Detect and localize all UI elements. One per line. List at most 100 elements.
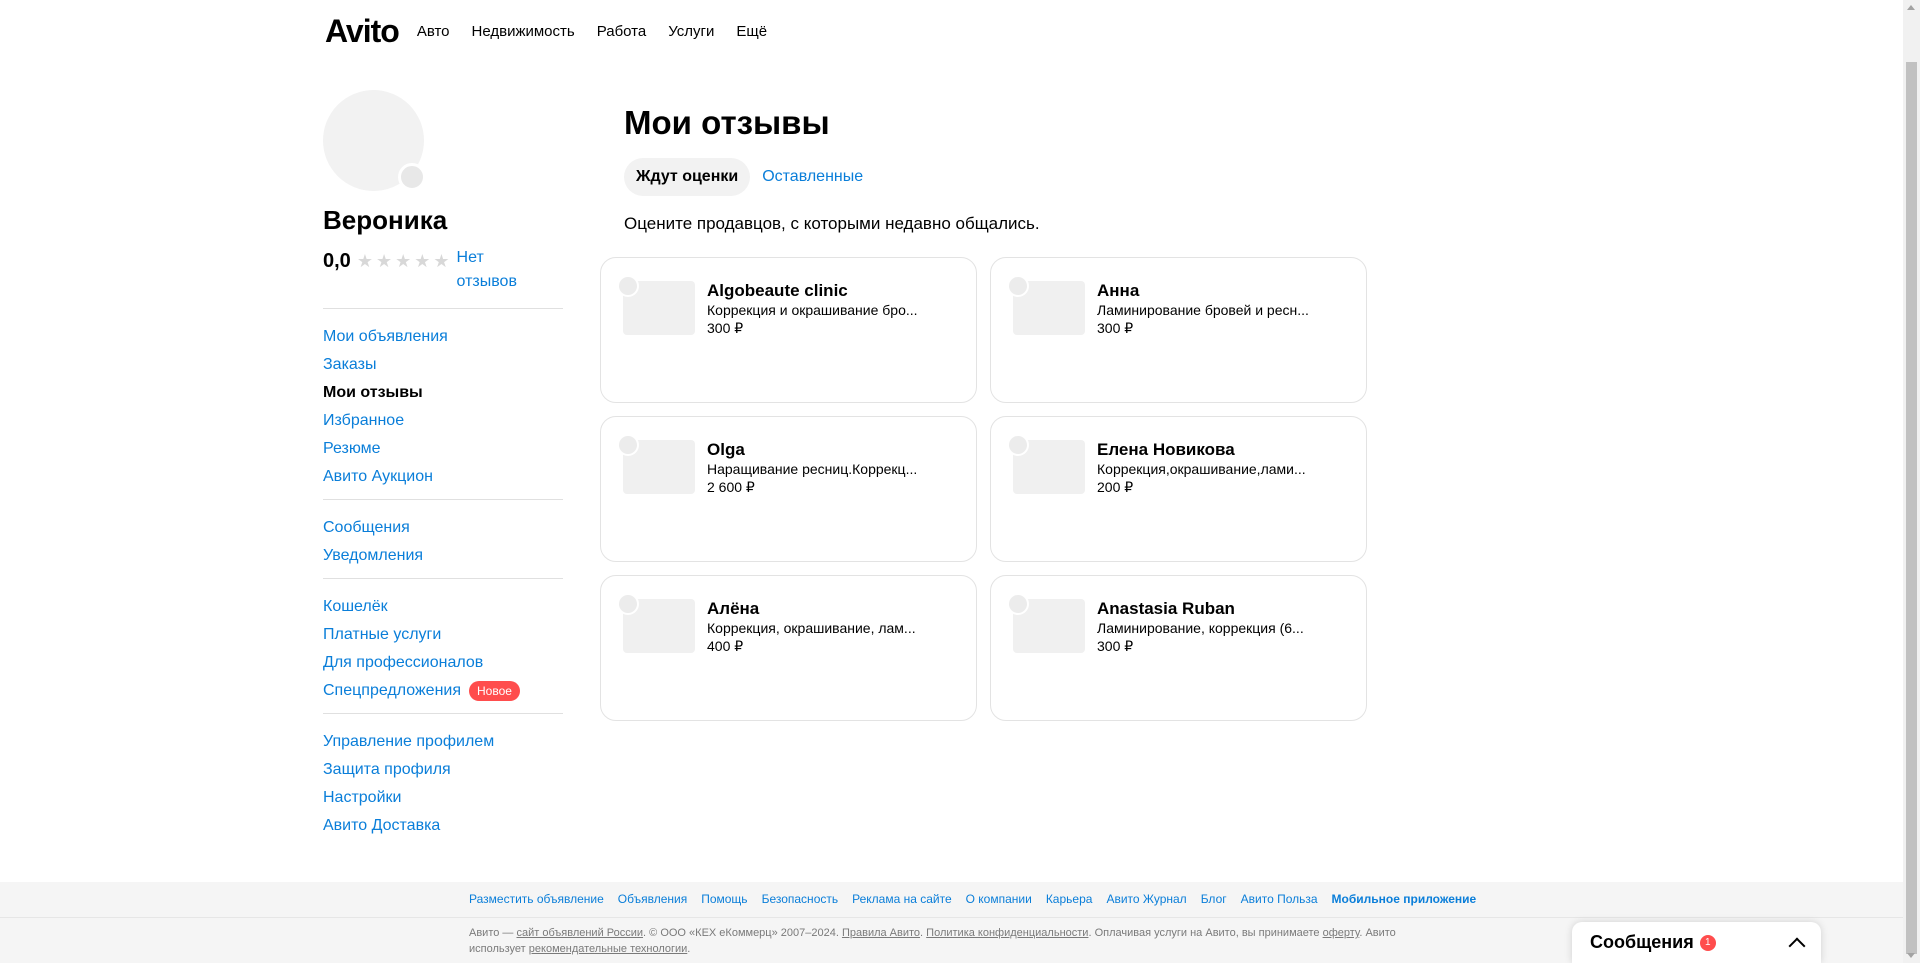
sidebar-item[interactable]: Платные услуги bbox=[323, 621, 563, 649]
seller-avatar bbox=[1007, 275, 1029, 297]
seller-card[interactable]: Olga Наращивание ресниц.Коррекц... 2 600 ₽ bbox=[600, 416, 977, 562]
seller-avatar bbox=[1007, 434, 1029, 456]
nav-item-services[interactable]: Услуги bbox=[668, 23, 714, 40]
seller-name[interactable]: Anastasia Ruban bbox=[1097, 599, 1317, 619]
sidebar-item[interactable]: Кошелёк bbox=[323, 593, 563, 621]
seller-card[interactable]: Algobeaute clinic Коррекция и окрашивание… bbox=[600, 257, 977, 403]
footer-link[interactable]: Мобильное приложение bbox=[1332, 892, 1477, 906]
scroll-up-arrow-icon[interactable] bbox=[1907, 5, 1915, 10]
star-icon: ★ bbox=[433, 251, 450, 271]
footer-link[interactable]: Авито Журнал bbox=[1106, 892, 1186, 906]
footer-copyright: Авито — сайт объявлений России. © ООО «К… bbox=[469, 925, 1429, 957]
page-scrollbar[interactable] bbox=[1903, 0, 1920, 963]
seller-card[interactable]: Анна Ламинирование бровей и ресн... 300 ₽ bbox=[990, 257, 1367, 403]
sidebar-item[interactable]: Уведомления bbox=[323, 542, 563, 570]
copy-link-recommend[interactable]: рекомендательные технологии bbox=[529, 943, 688, 955]
rating-value: 0,0 bbox=[323, 250, 351, 272]
seller-card[interactable]: Алёна Коррекция, окрашивание, лам... 400 ₽ bbox=[600, 575, 977, 721]
copy-link-offer[interactable]: оферту bbox=[1323, 927, 1360, 939]
listing-title[interactable]: Коррекция,окрашивание,лами... bbox=[1097, 460, 1317, 478]
card-info: Елена Новикова Коррекция,окрашивание,лами… bbox=[1097, 440, 1317, 496]
copy-link-privacy[interactable]: Политика конфиденциальности bbox=[926, 927, 1088, 939]
listing-price: 300 ₽ bbox=[1097, 320, 1134, 336]
footer-link[interactable]: О компании bbox=[966, 892, 1032, 906]
footer-link[interactable]: Объявления bbox=[618, 892, 687, 906]
listing-image[interactable] bbox=[1007, 275, 1085, 335]
footer-link[interactable]: Безопасность bbox=[762, 892, 839, 906]
listing-price: 2 600 ₽ bbox=[707, 479, 755, 495]
sidebar-item[interactable]: Для профессионалов bbox=[323, 649, 563, 677]
messages-widget[interactable]: Сообщения 1 bbox=[1572, 922, 1821, 963]
chevron-up-icon[interactable] bbox=[1788, 937, 1806, 954]
listing-image[interactable] bbox=[617, 434, 695, 494]
seller-name[interactable]: Algobeaute clinic bbox=[707, 281, 927, 301]
seller-name[interactable]: Olga bbox=[707, 440, 927, 460]
star-icon: ★ bbox=[395, 251, 412, 271]
sidebar-item[interactable]: Управление профилем bbox=[323, 728, 563, 756]
tab-awaiting-rating[interactable]: Ждут оценки bbox=[624, 158, 751, 196]
seller-name[interactable]: Алёна bbox=[707, 599, 927, 619]
sidebar-item[interactable]: Сообщения bbox=[323, 514, 563, 542]
sidebar-item[interactable]: Защита профиля bbox=[323, 756, 563, 784]
listing-image[interactable] bbox=[1007, 593, 1085, 653]
seller-cards-grid: Algobeaute clinic Коррекция и окрашивание… bbox=[600, 257, 1370, 721]
seller-name[interactable]: Елена Новикова bbox=[1097, 440, 1317, 460]
footer-link[interactable]: Помощь bbox=[701, 892, 747, 906]
seller-avatar bbox=[617, 593, 639, 615]
footer-link[interactable]: Карьера bbox=[1046, 892, 1093, 906]
no-reviews-link[interactable]: Нет отзывов bbox=[457, 246, 537, 294]
sidebar-item-label: Мои объявления bbox=[323, 328, 448, 345]
seller-name[interactable]: Анна bbox=[1097, 281, 1317, 301]
footer-links: Разместить объявление Объявления Помощь Без… bbox=[469, 892, 1490, 906]
listing-title[interactable]: Наращивание ресниц.Коррекц... bbox=[707, 460, 927, 478]
listing-title[interactable]: Коррекция и окрашивание бро... bbox=[707, 301, 927, 319]
sidebar-item[interactable]: Настройки bbox=[323, 784, 563, 812]
footer-link[interactable]: Блог bbox=[1201, 892, 1227, 906]
footer-link[interactable]: Реклама на сайте bbox=[852, 892, 952, 906]
nav-item-realty[interactable]: Недвижимость bbox=[472, 23, 575, 40]
tab-left-reviews[interactable]: Оставленные bbox=[750, 158, 875, 196]
star-icon: ★ bbox=[375, 251, 393, 271]
listing-title[interactable]: Ламинирование бровей и ресн... bbox=[1097, 301, 1317, 319]
avatar-edit-badge[interactable] bbox=[398, 163, 426, 191]
copy-link-rules[interactable]: Правила Авито bbox=[842, 927, 920, 939]
sidebar-item-label: Избранное bbox=[323, 412, 405, 429]
sidebar-item-label: Авито Доставка bbox=[323, 817, 441, 834]
sidebar-item[interactable]: Мои объявления bbox=[323, 323, 563, 351]
sidebar-item[interactable]: Авито Аукцион bbox=[323, 463, 563, 491]
nav-item-auto[interactable]: Авто bbox=[417, 23, 450, 40]
avito-logo[interactable]: Avito bbox=[325, 13, 400, 50]
seller-card[interactable]: Anastasia Ruban Ламинирование, коррекция … bbox=[990, 575, 1367, 721]
sidebar-group: Управление профилем Защита профиля Настрой… bbox=[323, 713, 563, 848]
copy-link-site[interactable]: сайт объявлений России bbox=[516, 927, 643, 939]
scroll-down-arrow-icon[interactable] bbox=[1907, 953, 1915, 958]
listing-price: 300 ₽ bbox=[1097, 638, 1134, 654]
nav-item-jobs[interactable]: Работа bbox=[597, 23, 647, 40]
sidebar-item[interactable]: Резюме bbox=[323, 435, 563, 463]
sidebar-item-label: Спецпредложения bbox=[323, 682, 461, 699]
card-info: Алёна Коррекция, окрашивание, лам... 400 ₽ bbox=[707, 599, 927, 655]
sidebar-item-label: Для профессионалов bbox=[323, 654, 484, 671]
footer-link[interactable]: Разместить объявление bbox=[469, 892, 604, 906]
sidebar-item[interactable]: Мои отзывы bbox=[323, 379, 563, 407]
sidebar-item[interactable]: Избранное bbox=[323, 407, 563, 435]
footer-link[interactable]: Авито Польза bbox=[1241, 892, 1318, 906]
scroll-thumb[interactable] bbox=[1906, 62, 1917, 954]
listing-image[interactable] bbox=[1007, 434, 1085, 494]
sidebar-item-label: Сообщения bbox=[323, 519, 410, 536]
sidebar-item[interactable]: Спецпредложения Новое bbox=[323, 677, 563, 705]
user-name: Вероника bbox=[323, 205, 448, 235]
footer-divider bbox=[0, 917, 1903, 918]
sidebar-group: Сообщения Уведомления bbox=[323, 499, 563, 578]
sidebar-item[interactable]: Авито Доставка bbox=[323, 812, 563, 840]
listing-title[interactable]: Ламинирование, коррекция (6... bbox=[1097, 619, 1317, 637]
listing-image[interactable] bbox=[617, 275, 695, 335]
star-icon: ★ bbox=[356, 251, 373, 271]
avatar[interactable] bbox=[323, 90, 426, 191]
sidebar-item[interactable]: Заказы bbox=[323, 351, 563, 379]
listing-title[interactable]: Коррекция, окрашивание, лам... bbox=[707, 619, 927, 637]
copy-text: . bbox=[687, 943, 691, 955]
seller-card[interactable]: Елена Новикова Коррекция,окрашивание,лами… bbox=[990, 416, 1367, 562]
listing-image[interactable] bbox=[617, 593, 695, 653]
nav-item-more[interactable]: Ещё bbox=[736, 23, 767, 40]
